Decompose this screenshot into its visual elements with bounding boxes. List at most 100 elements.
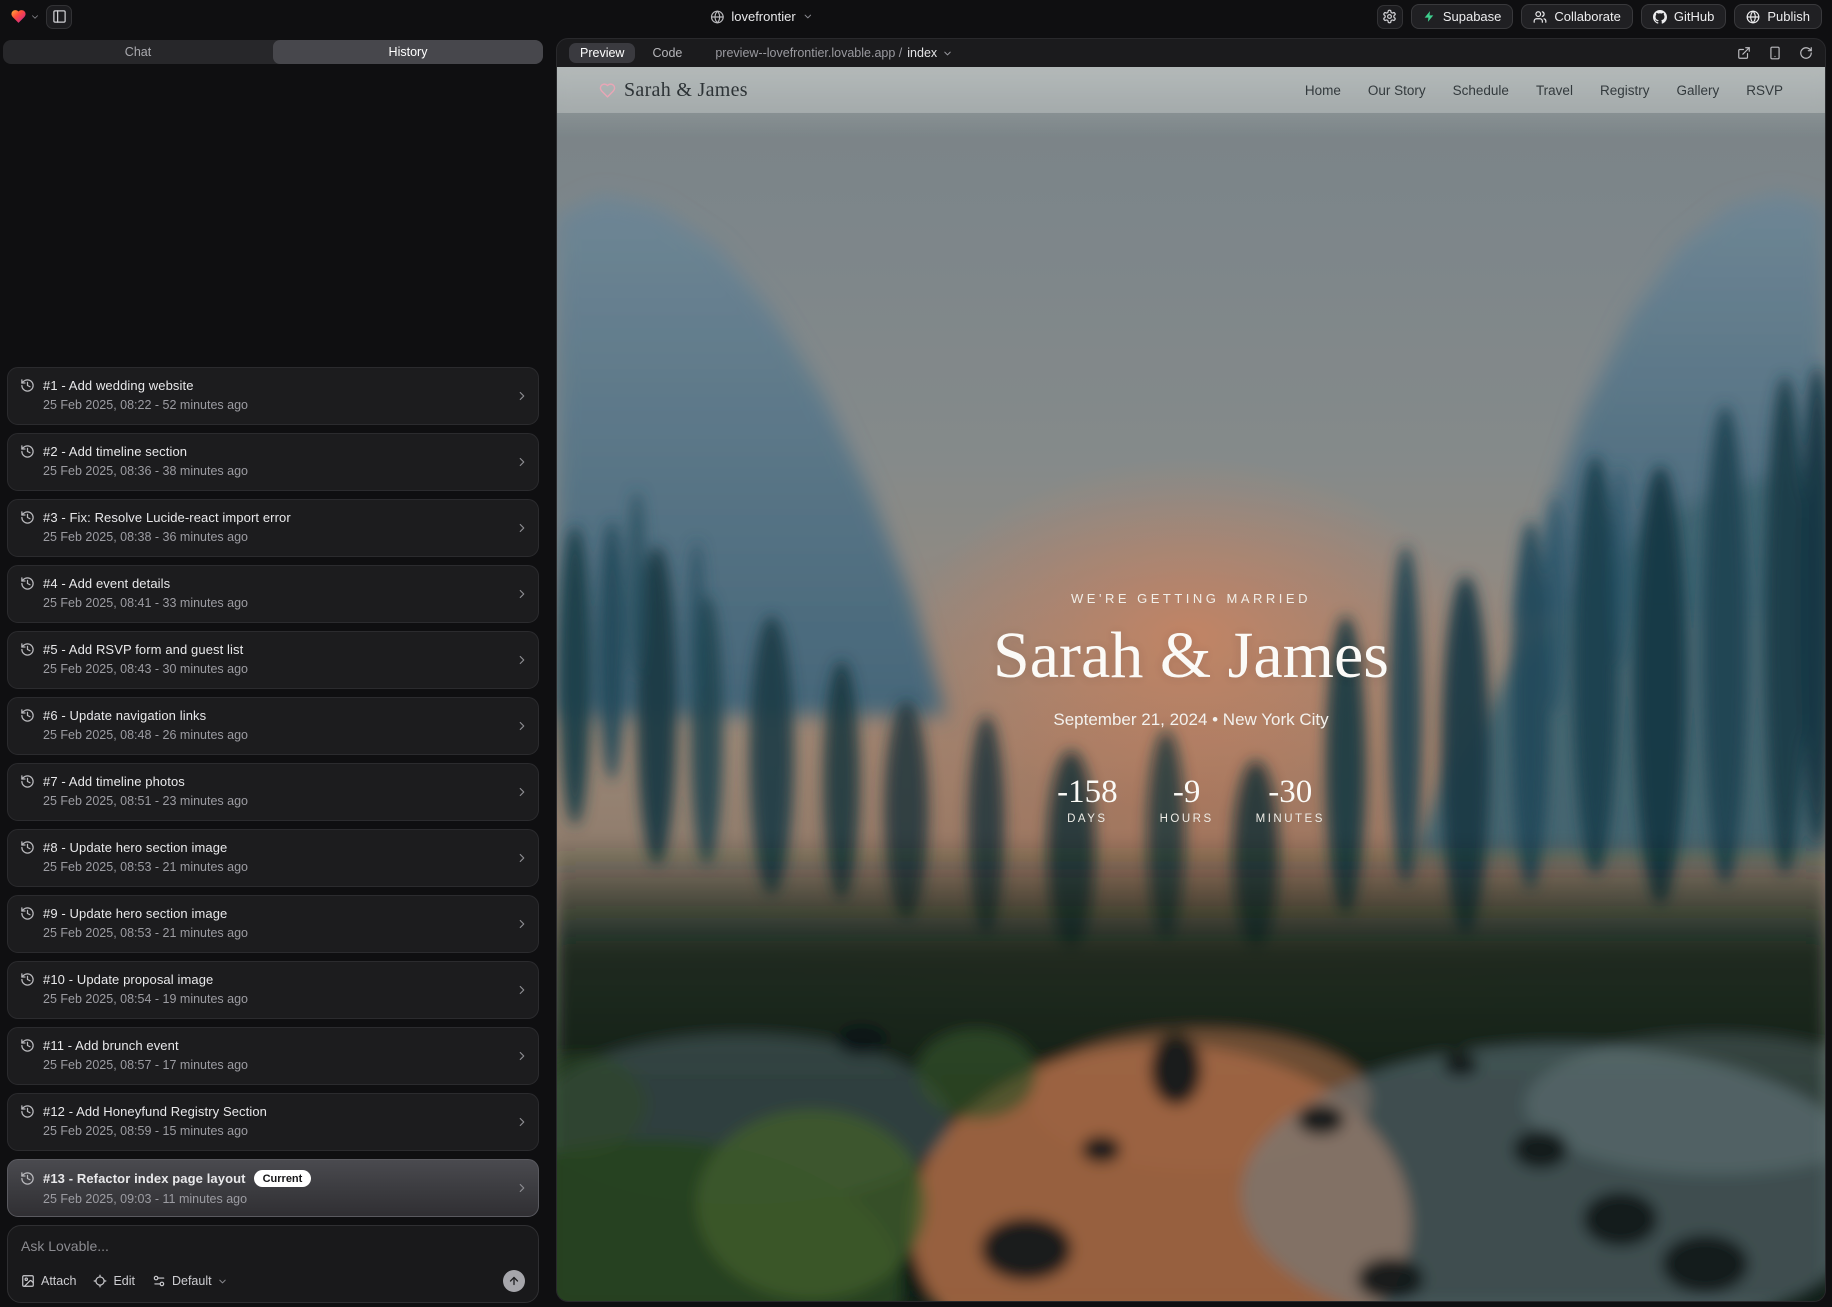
history-item-title: #9 - Update hero section image bbox=[43, 906, 227, 921]
history-item[interactable]: #11 - Add brunch event 25 Feb 2025, 08:5… bbox=[7, 1027, 539, 1085]
wedding-site-logo[interactable]: Sarah & James bbox=[599, 79, 748, 102]
history-icon bbox=[20, 642, 35, 657]
lovable-logo-menu[interactable] bbox=[10, 8, 40, 25]
history-list: #1 - Add wedding website 25 Feb 2025, 08… bbox=[3, 367, 543, 1225]
chevron-right-icon bbox=[515, 587, 529, 601]
history-icon bbox=[20, 906, 35, 921]
history-icon bbox=[20, 708, 35, 723]
mobile-view-button[interactable] bbox=[1768, 46, 1782, 60]
model-mode-selector[interactable]: Default bbox=[152, 1274, 228, 1288]
chevron-right-icon bbox=[515, 719, 529, 733]
current-badge: Current bbox=[254, 1170, 312, 1187]
globe-icon bbox=[1746, 10, 1760, 24]
countdown-value: -158 bbox=[1057, 774, 1118, 811]
history-item-title: #1 - Add wedding website bbox=[43, 378, 194, 393]
heart-icon bbox=[599, 82, 616, 99]
image-icon bbox=[21, 1274, 35, 1288]
history-item[interactable]: #8 - Update hero section image 25 Feb 20… bbox=[7, 829, 539, 887]
send-button[interactable] bbox=[503, 1270, 525, 1292]
sidebar-toggle-button[interactable] bbox=[46, 5, 72, 29]
nav-link[interactable]: Registry bbox=[1600, 83, 1650, 98]
countdown-label: HOURS bbox=[1160, 813, 1214, 825]
history-item-timestamp: 25 Feb 2025, 08:22 - 52 minutes ago bbox=[43, 398, 508, 412]
history-item-title: #12 - Add Honeyfund Registry Section bbox=[43, 1104, 267, 1119]
external-link-icon bbox=[1737, 46, 1751, 60]
edit-mode-button[interactable]: Edit bbox=[93, 1274, 135, 1288]
preview-panel: Preview Code preview--lovefrontier.lovab… bbox=[556, 38, 1826, 1302]
history-item-timestamp: 25 Feb 2025, 08:48 - 26 minutes ago bbox=[43, 728, 508, 742]
ask-lovable-input[interactable] bbox=[21, 1238, 525, 1254]
history-item-title: #10 - Update proposal image bbox=[43, 972, 213, 987]
countdown-unit: -30 MINUTES bbox=[1256, 774, 1325, 825]
project-selector[interactable]: lovefrontier bbox=[710, 0, 813, 33]
tab-preview[interactable]: Preview bbox=[569, 43, 635, 63]
smartphone-icon bbox=[1768, 46, 1782, 60]
history-item[interactable]: #1 - Add wedding website 25 Feb 2025, 08… bbox=[7, 367, 539, 425]
history-item[interactable]: #9 - Update hero section image 25 Feb 20… bbox=[7, 895, 539, 953]
refresh-button[interactable] bbox=[1799, 46, 1813, 60]
history-item[interactable]: #3 - Fix: Resolve Lucide-react import er… bbox=[7, 499, 539, 557]
supabase-button[interactable]: Supabase bbox=[1411, 4, 1514, 29]
locate-icon bbox=[93, 1274, 107, 1288]
chevron-right-icon bbox=[515, 851, 529, 865]
settings-button[interactable] bbox=[1377, 5, 1403, 29]
preview-url-selector[interactable]: preview--lovefrontier.lovable.app / inde… bbox=[715, 46, 953, 60]
nav-link[interactable]: Gallery bbox=[1676, 83, 1719, 98]
open-in-new-tab-button[interactable] bbox=[1737, 46, 1751, 60]
chevron-right-icon bbox=[515, 1049, 529, 1063]
history-item[interactable]: #12 - Add Honeyfund Registry Section 25 … bbox=[7, 1093, 539, 1151]
history-item[interactable]: #5 - Add RSVP form and guest list 25 Feb… bbox=[7, 631, 539, 689]
history-item-timestamp: 25 Feb 2025, 09:03 - 11 minutes ago bbox=[43, 1192, 508, 1206]
project-name: lovefrontier bbox=[731, 9, 795, 24]
supabase-bolt-icon bbox=[1423, 10, 1436, 23]
history-icon bbox=[20, 972, 35, 987]
tab-chat[interactable]: Chat bbox=[3, 40, 273, 64]
wedding-site-logo-text: Sarah & James bbox=[624, 79, 748, 102]
countdown-label: MINUTES bbox=[1256, 813, 1325, 825]
publish-label: Publish bbox=[1767, 9, 1810, 24]
tab-history[interactable]: History bbox=[273, 40, 543, 64]
history-item-timestamp: 25 Feb 2025, 08:59 - 15 minutes ago bbox=[43, 1124, 508, 1138]
wedding-site-nav: Home Our Story Schedule Travel Registry Galle… bbox=[1305, 83, 1783, 98]
nav-link[interactable]: RSVP bbox=[1746, 83, 1783, 98]
hero-content: WE'RE GETTING MARRIED Sarah & James Sept… bbox=[557, 591, 1825, 825]
preview-toolbar: Preview Code preview--lovefrontier.lovab… bbox=[557, 39, 1825, 67]
history-icon bbox=[20, 840, 35, 855]
chevron-right-icon bbox=[515, 1115, 529, 1129]
history-icon bbox=[20, 576, 35, 591]
history-item[interactable]: #7 - Add timeline photos 25 Feb 2025, 08… bbox=[7, 763, 539, 821]
chevron-right-icon bbox=[515, 521, 529, 535]
nav-link[interactable]: Our Story bbox=[1368, 83, 1426, 98]
nav-link[interactable]: Schedule bbox=[1453, 83, 1509, 98]
history-item[interactable]: #6 - Update navigation links 25 Feb 2025… bbox=[7, 697, 539, 755]
history-item[interactable]: #2 - Add timeline section 25 Feb 2025, 0… bbox=[7, 433, 539, 491]
github-label: GitHub bbox=[1674, 9, 1714, 24]
countdown-value: -30 bbox=[1256, 774, 1325, 811]
collaborate-button[interactable]: Collaborate bbox=[1521, 4, 1633, 29]
chevron-down-icon bbox=[217, 1276, 228, 1287]
nav-link[interactable]: Home bbox=[1305, 83, 1341, 98]
history-item-timestamp: 25 Feb 2025, 08:53 - 21 minutes ago bbox=[43, 926, 508, 940]
tab-code[interactable]: Code bbox=[641, 43, 693, 63]
history-item-title: #6 - Update navigation links bbox=[43, 708, 206, 723]
history-item[interactable]: #13 - Refactor index page layout Current… bbox=[7, 1159, 539, 1217]
hero-eyebrow: WE'RE GETTING MARRIED bbox=[557, 591, 1825, 606]
history-item[interactable]: #10 - Update proposal image 25 Feb 2025,… bbox=[7, 961, 539, 1019]
chevron-down-icon bbox=[803, 11, 814, 22]
history-icon bbox=[20, 510, 35, 525]
chevron-right-icon bbox=[515, 785, 529, 799]
chevron-right-icon bbox=[515, 455, 529, 469]
preview-url: preview--lovefrontier.lovable.app / bbox=[715, 46, 902, 60]
history-item-title: #13 - Refactor index page layout bbox=[43, 1171, 246, 1186]
history-icon bbox=[20, 1171, 35, 1186]
supabase-label: Supabase bbox=[1443, 9, 1502, 24]
history-item-title: #2 - Add timeline section bbox=[43, 444, 187, 459]
chevron-right-icon bbox=[515, 653, 529, 667]
sliders-icon bbox=[152, 1274, 166, 1288]
publish-button[interactable]: Publish bbox=[1734, 4, 1822, 29]
history-item[interactable]: #4 - Add event details 25 Feb 2025, 08:4… bbox=[7, 565, 539, 623]
github-button[interactable]: GitHub bbox=[1641, 4, 1726, 29]
attach-button[interactable]: Attach bbox=[21, 1274, 76, 1288]
nav-link[interactable]: Travel bbox=[1536, 83, 1573, 98]
history-icon bbox=[20, 378, 35, 393]
